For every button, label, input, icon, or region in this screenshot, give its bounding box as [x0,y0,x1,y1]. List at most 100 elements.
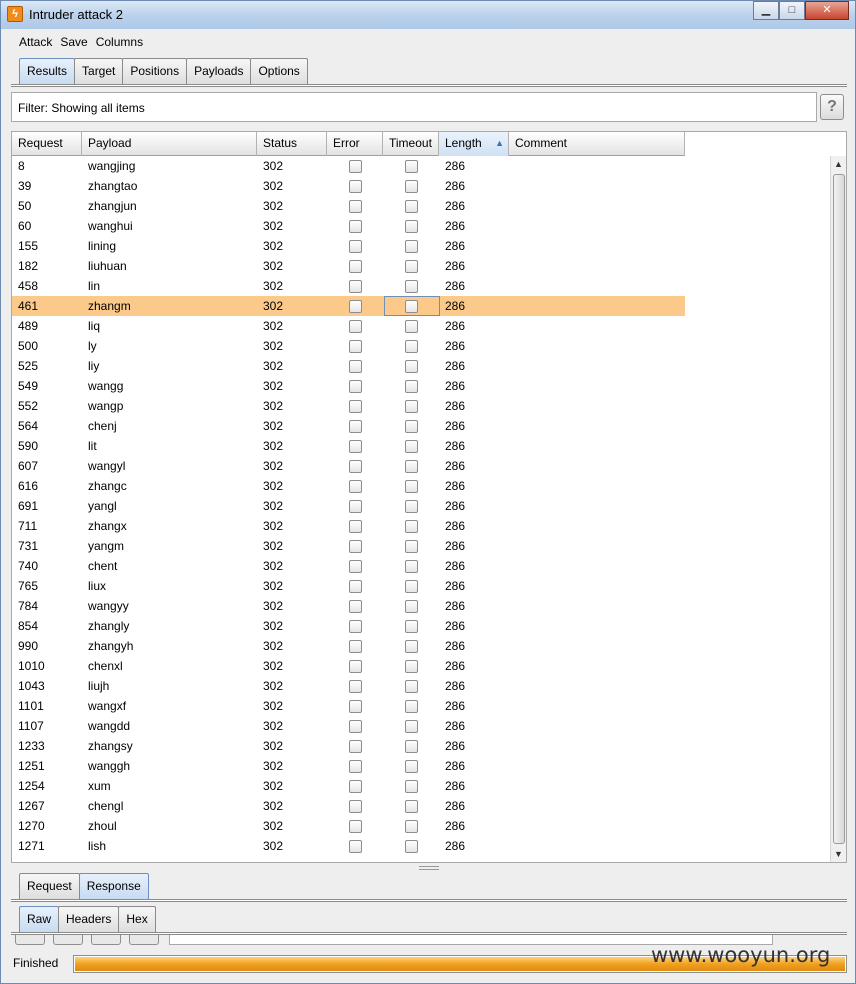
table-row[interactable]: 549 wangg 302 286 [12,376,685,396]
scroll-up-icon[interactable]: ▲ [831,156,846,172]
error-checkbox[interactable] [348,159,362,173]
menu-columns[interactable]: Columns [96,35,143,49]
table-row[interactable]: 616 zhangc 302 286 [12,476,685,496]
timeout-checkbox[interactable] [404,219,418,233]
error-checkbox[interactable] [348,479,362,493]
timeout-checkbox[interactable] [404,719,418,733]
error-checkbox[interactable] [348,799,362,813]
timeout-checkbox[interactable] [404,239,418,253]
tab-payloads[interactable]: Payloads [186,58,252,84]
error-checkbox[interactable] [348,639,362,653]
table-row[interactable]: 740 chent 302 286 [12,556,685,576]
close-icon[interactable]: ✕ [805,1,849,20]
error-checkbox[interactable] [348,779,362,793]
error-checkbox[interactable] [348,259,362,273]
error-checkbox[interactable] [348,599,362,613]
timeout-checkbox[interactable] [404,279,418,293]
timeout-checkbox[interactable] [404,159,418,173]
timeout-checkbox[interactable] [404,559,418,573]
tab-options[interactable]: Options [250,58,308,84]
help-icon[interactable]: ? [820,94,844,120]
error-checkbox[interactable] [348,219,362,233]
tab-response[interactable]: Response [78,873,149,899]
filter-bar[interactable]: Filter: Showing all items [11,92,817,122]
table-row[interactable]: 1270 zhoul 302 286 [12,816,685,836]
error-checkbox[interactable] [348,499,362,513]
error-checkbox[interactable] [348,339,362,353]
table-row[interactable]: 489 liq 302 286 [12,316,685,336]
table-row[interactable]: 155 lining 302 286 [12,236,685,256]
table-row[interactable]: 564 chenj 302 286 [12,416,685,436]
title-bar[interactable]: ϟ Intruder attack 2 ▁ □ ✕ [1,1,855,29]
table-row[interactable]: 1101 wangxf 302 286 [12,696,685,716]
timeout-checkbox[interactable] [404,319,418,333]
timeout-checkbox[interactable] [404,519,418,533]
error-checkbox[interactable] [348,559,362,573]
timeout-checkbox[interactable] [404,599,418,613]
table-row[interactable]: 1271 lish 302 286 [12,836,685,856]
error-checkbox[interactable] [348,299,362,313]
vertical-scrollbar[interactable]: ▲ ▼ [830,156,846,862]
table-row[interactable]: 590 lit 302 286 [12,436,685,456]
menu-attack[interactable]: Attack [19,35,52,49]
error-checkbox[interactable] [348,679,362,693]
table-row[interactable]: 1233 zhangsy 302 286 [12,736,685,756]
timeout-checkbox[interactable] [404,459,418,473]
table-row[interactable]: 990 zhangyh 302 286 [12,636,685,656]
column-request[interactable]: Request [12,132,82,156]
tab-raw[interactable]: Raw [19,906,60,932]
timeout-checkbox[interactable] [404,259,418,273]
timeout-checkbox[interactable] [404,399,418,413]
timeout-checkbox[interactable] [404,539,418,553]
column-payload[interactable]: Payload [82,132,257,156]
timeout-checkbox[interactable] [404,739,418,753]
column-timeout[interactable]: Timeout [383,132,439,156]
table-row[interactable]: 39 zhangtao 302 286 [12,176,685,196]
minimize-icon[interactable]: ▁ [753,1,779,20]
table-row[interactable]: 458 lin 302 286 [12,276,685,296]
timeout-checkbox[interactable] [404,679,418,693]
table-row[interactable]: 691 yangl 302 286 [12,496,685,516]
split-pane-handle[interactable] [419,866,439,870]
timeout-checkbox[interactable] [404,579,418,593]
tab-results[interactable]: Results [19,58,76,84]
scroll-thumb[interactable] [833,174,845,844]
error-checkbox[interactable] [348,179,362,193]
table-row[interactable]: 1254 xum 302 286 [12,776,685,796]
table-row[interactable]: 711 zhangx 302 286 [12,516,685,536]
timeout-checkbox[interactable] [404,839,418,853]
table-row[interactable]: 607 wangyl 302 286 [12,456,685,476]
timeout-checkbox[interactable] [404,359,418,373]
error-checkbox[interactable] [348,539,362,553]
timeout-checkbox[interactable] [404,199,418,213]
maximize-icon[interactable]: □ [779,1,805,20]
table-row[interactable]: 8 wangjing 302 286 [12,156,685,176]
error-checkbox[interactable] [348,699,362,713]
table-row[interactable]: 1251 wanggh 302 286 [12,756,685,776]
table-row[interactable]: 60 wanghui 302 286 [12,216,685,236]
table-row[interactable]: 854 zhangly 302 286 [12,616,685,636]
table-row[interactable]: 50 zhangjun 302 286 [12,196,685,216]
error-checkbox[interactable] [348,579,362,593]
table-row[interactable]: 784 wangyy 302 286 [12,596,685,616]
error-checkbox[interactable] [348,199,362,213]
timeout-checkbox[interactable] [404,499,418,513]
timeout-checkbox[interactable] [404,339,418,353]
timeout-checkbox[interactable] [404,699,418,713]
error-checkbox[interactable] [348,759,362,773]
timeout-checkbox[interactable] [404,799,418,813]
timeout-checkbox[interactable] [404,779,418,793]
timeout-checkbox[interactable] [404,759,418,773]
table-row[interactable]: 461 zhangm 302 286 [12,296,685,316]
column-length[interactable]: Length ▲ [439,132,509,156]
timeout-checkbox[interactable] [404,379,418,393]
tab-positions[interactable]: Positions [122,58,188,84]
scroll-down-icon[interactable]: ▼ [831,846,846,862]
error-checkbox[interactable] [348,519,362,533]
timeout-checkbox[interactable] [404,659,418,673]
timeout-checkbox[interactable] [404,419,418,433]
table-row[interactable]: 552 wangp 302 286 [12,396,685,416]
column-status[interactable]: Status [257,132,327,156]
nav-button[interactable] [91,935,121,945]
error-checkbox[interactable] [348,319,362,333]
